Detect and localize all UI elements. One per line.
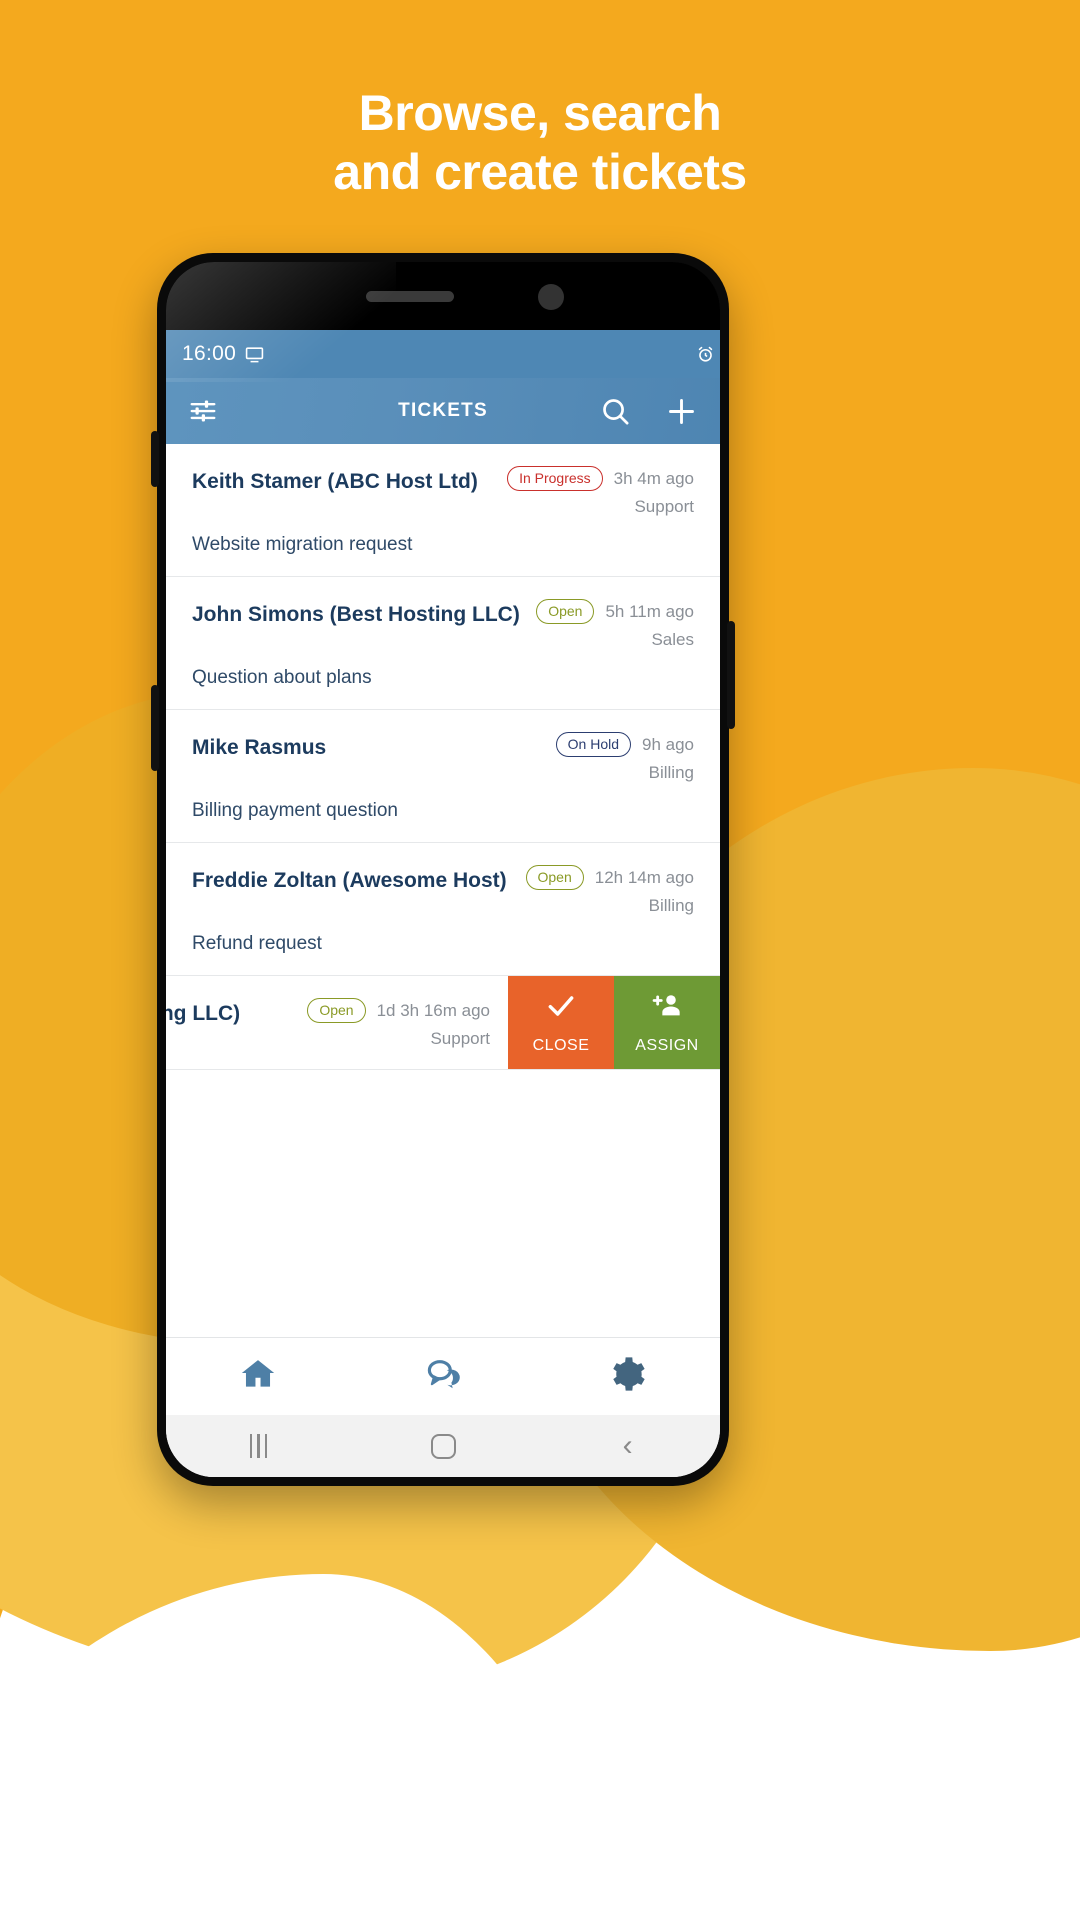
ticket-row-header: Keith Stamer (ABC Host Ltd) In Progress … (192, 466, 694, 517)
ticket-subject: Refund request (192, 933, 322, 955)
ticket-row-header: Freddie Zoltan (Awesome Host) Open 12h 1… (192, 865, 694, 916)
status-badge: On Hold (555, 732, 631, 758)
ticket-subject: Website migration request (192, 534, 413, 556)
headline-line-1: Browse, search (358, 85, 722, 141)
gear-icon (609, 1355, 647, 1398)
ticket-department: Billing (648, 896, 694, 916)
ticket-meta-line: In Progress 3h 4m ago (507, 466, 694, 492)
ticket-requester: Keith Stamer (ABC Host Ltd) (192, 470, 478, 493)
search-icon[interactable] (600, 396, 631, 427)
status-badge: Open (525, 865, 584, 891)
cast-icon (245, 345, 264, 364)
swiped-ticket-content: ting LLC) Open 1d 3h 16m ago Support (166, 976, 508, 1069)
status-badge: In Progress (507, 466, 603, 492)
earpiece-speaker (366, 290, 454, 302)
alarm-icon (696, 345, 715, 364)
ticket-row-header: John Simons (Best Hosting LLC) Open 5h 1… (192, 599, 694, 650)
ticket-department: Billing (648, 763, 694, 783)
ticket-meta-line: On Hold 9h ago (555, 732, 694, 758)
ticket-requester: Mike Rasmus (192, 736, 327, 760)
ticket-subject: Billing payment question (192, 800, 398, 822)
back-chevron-icon: ‹ (622, 1429, 633, 1462)
android-back-button[interactable]: ‹ (535, 1431, 720, 1461)
recents-icon (249, 1434, 268, 1458)
headline-line-2: and create tickets (333, 144, 747, 200)
phone-button-power (727, 621, 735, 729)
person-add-icon (647, 990, 687, 1027)
ticket-age: 1d 3h 16m ago (376, 1000, 490, 1020)
ticket-requester: Freddie Zoltan (Awesome Host) (192, 869, 507, 893)
front-camera (538, 284, 564, 310)
ticket-department: Support (430, 1029, 490, 1049)
ticket-department: Sales (651, 630, 694, 650)
chat-icon (423, 1355, 463, 1398)
ticket-row[interactable]: John Simons (Best Hosting LLC) Open 5h 1… (166, 577, 720, 711)
plus-icon[interactable] (665, 395, 698, 428)
ticket-subject: Question about plans (192, 667, 372, 689)
app-bar-actions (600, 395, 698, 428)
android-home-button[interactable] (351, 1433, 536, 1459)
ticket-meta-line: Open 5h 11m ago (536, 599, 694, 625)
close-ticket-label: CLOSE (532, 1037, 590, 1055)
tune-icon[interactable] (188, 396, 218, 426)
status-bar-left: 16:00 (182, 342, 264, 366)
android-recents-button[interactable] (166, 1434, 351, 1458)
app-screen: 16:00 TICKETS Keith Stamer (ABC Host Ltd… (166, 330, 720, 1477)
ticket-age: 12h 14m ago (594, 867, 694, 887)
ticket-row-swiped[interactable]: ting LLC) Open 1d 3h 16m ago Support (166, 976, 720, 1071)
ticket-department: Support (634, 497, 694, 517)
assign-ticket-button[interactable]: ASSIGN (614, 976, 720, 1070)
phone-screen-frame: 16:00 TICKETS Keith Stamer (ABC Host Ltd… (166, 262, 720, 1477)
status-bar: 16:00 (166, 330, 720, 378)
ticket-list: Keith Stamer (ABC Host Ltd) In Progress … (166, 444, 720, 1337)
ticket-age: 3h 4m ago (613, 468, 694, 488)
poster-headline: Browse, search and create tickets (0, 84, 1080, 202)
ticket-age: 5h 11m ago (605, 601, 694, 621)
ticket-meta: On Hold 9h ago Billing (555, 732, 694, 783)
bottom-navigation (166, 1337, 720, 1415)
ticket-meta-line: Open 12h 14m ago (525, 865, 694, 891)
home-square-icon (430, 1433, 456, 1459)
nav-item-chat[interactable] (351, 1355, 536, 1398)
android-navigation-bar: ‹ (166, 1415, 720, 1477)
swipe-action-buttons: CLOSE ASSIGN (508, 976, 720, 1070)
status-time: 16:00 (182, 342, 237, 365)
close-ticket-button[interactable]: CLOSE (508, 976, 614, 1070)
ticket-meta: Open 12h 14m ago Billing (525, 865, 694, 916)
check-icon (541, 990, 581, 1027)
ticket-row-header: Mike Rasmus On Hold 9h ago Billing (192, 732, 694, 783)
phone-mockup: 16:00 TICKETS Keith Stamer (ABC Host Ltd… (151, 253, 735, 1486)
ticket-meta: Open 5h 11m ago Sales (536, 599, 694, 650)
ticket-requester: John Simons (Best Hosting LLC) (192, 603, 520, 627)
phone-button-volume (151, 685, 159, 771)
ticket-row[interactable]: Keith Stamer (ABC Host Ltd) In Progress … (166, 444, 720, 578)
status-badge: Open (307, 998, 366, 1024)
phone-button-bixby (151, 431, 159, 487)
ticket-row[interactable]: Mike Rasmus On Hold 9h ago Billing Billi… (166, 710, 720, 844)
ticket-row[interactable]: Freddie Zoltan (Awesome Host) Open 12h 1… (166, 843, 720, 977)
phone-notch (166, 262, 720, 330)
nav-item-settings[interactable] (535, 1355, 720, 1398)
ticket-meta-line: Open 1d 3h 16m ago (307, 998, 490, 1024)
ticket-row-header: ting LLC) Open 1d 3h 16m ago Support (166, 998, 490, 1049)
ticket-age: 9h ago (642, 734, 694, 754)
assign-ticket-label: ASSIGN (635, 1037, 699, 1055)
home-icon (239, 1355, 277, 1398)
ticket-requester: ting LLC) (166, 1002, 241, 1026)
ticket-meta: Open 1d 3h 16m ago Support (307, 998, 490, 1049)
status-badge: Open (536, 599, 595, 625)
app-bar: TICKETS (166, 378, 720, 444)
ticket-meta: In Progress 3h 4m ago Support (507, 466, 694, 517)
nav-item-home[interactable] (166, 1355, 351, 1398)
